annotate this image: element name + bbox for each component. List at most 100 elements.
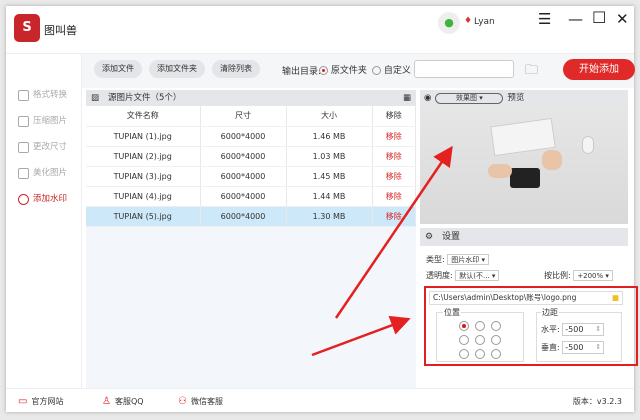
table-row[interactable]: TUPIAN (2).jpg6000*40001.03 MB移除 <box>86 146 416 166</box>
sidebar-item-beautify[interactable]: 美化图片 <box>6 160 81 186</box>
official-site-link[interactable]: ▭官方网站 <box>18 396 63 407</box>
settings-panel: ⚙设置 类型: 图片水印 ▾ 透明度: 默认(不... ▾ 按比例: +200%… <box>420 228 628 388</box>
scale-select[interactable]: +200% ▾ <box>573 270 613 281</box>
wechat-support-link[interactable]: ⚇ 微信客服 <box>178 396 223 407</box>
opacity-label: 透明度: <box>426 271 453 280</box>
settings-header: ⚙设置 <box>420 228 628 246</box>
remove-button[interactable]: 移除 <box>372 146 416 166</box>
remove-button[interactable]: 移除 <box>372 166 416 186</box>
radio-icon <box>372 66 381 75</box>
qq-support-link[interactable]: ♙客服QQ <box>102 396 144 407</box>
app-logo: S <box>14 14 40 42</box>
folder-open-icon[interactable]: 🗀 <box>525 61 538 83</box>
position-radio[interactable] <box>459 349 469 359</box>
watermark-path-input[interactable]: C:\Users\admin\Desktop\账号\logo.png■ <box>429 291 623 305</box>
toolbar: 添加文件 添加文件夹 清除列表 输出目录: 原文件夹 自定义 🗀 开始添加 <box>82 54 634 88</box>
compress-icon <box>18 116 29 127</box>
position-radio[interactable] <box>491 321 501 331</box>
preview-panel: ◉ 效果图 ▾ 预览 <box>420 90 628 224</box>
clear-list-button[interactable]: 清除列表 <box>212 60 260 78</box>
position-radio[interactable] <box>475 321 485 331</box>
image-icon: ▨ <box>91 90 99 106</box>
table-row[interactable]: TUPIAN (4).jpg6000*40001.44 MB移除 <box>86 186 416 206</box>
sidebar-label: 格式转换 <box>33 82 67 108</box>
preview-mode-select[interactable]: 效果图 ▾ <box>435 93 503 104</box>
wechat-icon: ⚇ <box>178 396 187 407</box>
add-folder-button[interactable]: 添加文件夹 <box>149 60 205 78</box>
file-size: 1.45 MB <box>286 166 372 186</box>
remove-button[interactable]: 移除 <box>372 126 416 146</box>
eye-icon[interactable]: ◉ <box>424 90 431 106</box>
sidebar-item-format[interactable]: 格式转换 <box>6 82 81 108</box>
footer-label: 微信客服 <box>191 396 223 407</box>
maximize-icon[interactable]: ☐ <box>592 8 606 27</box>
position-radio[interactable] <box>491 349 501 359</box>
sidebar-item-compress[interactable]: 压缩图片 <box>6 108 81 134</box>
menu-icon[interactable]: ☰ <box>538 10 551 28</box>
file-name: TUPIAN (1).jpg <box>86 126 200 146</box>
folder-icon[interactable]: ■ <box>612 292 619 304</box>
position-radio[interactable] <box>459 335 469 345</box>
app-window: S 图叫兽 ● ♦ Lyan ☰ — ☐ ✕ 格式转换 压缩图片 更改尺寸 美化… <box>6 6 634 412</box>
position-radio[interactable] <box>491 335 501 345</box>
file-dimensions: 6000*4000 <box>200 126 286 146</box>
sidebar-label: 更改尺寸 <box>33 134 67 160</box>
file-list-panel: ▨ 源图片文件（5个） ▦ 文件名称尺寸大小移除 TUPIAN (1).jpg6… <box>86 90 416 388</box>
table-row[interactable]: TUPIAN (3).jpg6000*40001.45 MB移除 <box>86 166 416 186</box>
table-row[interactable]: TUPIAN (5).jpg6000*40001.30 MB移除 <box>86 206 416 226</box>
type-select[interactable]: 图片水印 ▾ <box>447 254 489 265</box>
position-grid <box>459 321 501 359</box>
file-dimensions: 6000*4000 <box>200 146 286 166</box>
file-name: TUPIAN (3).jpg <box>86 166 200 186</box>
title-bar: S 图叫兽 ● ♦ Lyan ☰ — ☐ ✕ <box>6 6 634 54</box>
beautify-icon <box>18 168 29 179</box>
grid-view-icon[interactable]: ▦ <box>403 90 411 106</box>
opacity-select[interactable]: 默认(不... ▾ <box>455 270 499 281</box>
file-size: 1.46 MB <box>286 126 372 146</box>
remove-button[interactable]: 移除 <box>372 206 416 226</box>
position-radio[interactable] <box>459 321 469 331</box>
vertical-label: 垂直: <box>541 343 560 352</box>
sidebar-item-watermark[interactable]: 添加水印 <box>6 186 81 212</box>
position-group: 位置 <box>436 312 524 362</box>
file-size: 1.44 MB <box>286 186 372 206</box>
type-label: 类型: <box>426 255 445 264</box>
column-header: 大小 <box>286 106 372 126</box>
settings-title: 设置 <box>442 232 460 242</box>
footer: ▭官方网站 ♙客服QQ ⚇ 微信客服 版本：v3.2.3 <box>6 388 634 412</box>
wechat-icon[interactable]: ● <box>438 12 460 34</box>
preview-mode-value: 效果图 <box>456 94 477 102</box>
phone-shape <box>510 168 540 188</box>
app-title: 图叫兽 <box>44 22 77 38</box>
file-dimensions: 6000*4000 <box>200 206 286 226</box>
radio-custom[interactable]: 自定义 <box>372 63 411 76</box>
horizontal-margin-input[interactable]: -500 <box>562 323 604 336</box>
start-button[interactable]: 开始添加 <box>563 59 635 80</box>
footer-label: 官方网站 <box>31 396 63 407</box>
position-radio[interactable] <box>475 335 485 345</box>
close-icon[interactable]: ✕ <box>616 10 629 28</box>
file-name: TUPIAN (4).jpg <box>86 186 200 206</box>
vertical-margin-input[interactable]: -500 <box>562 341 604 354</box>
resize-icon <box>18 142 29 153</box>
preview-image <box>420 106 628 224</box>
output-label: 输出目录: <box>282 64 321 77</box>
radio-original[interactable]: 原文件夹 <box>319 63 367 76</box>
sidebar-label: 压缩图片 <box>33 108 67 134</box>
add-file-button[interactable]: 添加文件 <box>94 60 142 78</box>
column-header: 文件名称 <box>86 106 200 126</box>
sidebar-item-resize[interactable]: 更改尺寸 <box>6 134 81 160</box>
format-icon <box>18 90 29 101</box>
version-text: 版本：v3.2.3 <box>573 396 622 407</box>
minimize-icon[interactable]: — <box>568 10 583 28</box>
sidebar: 格式转换 压缩图片 更改尺寸 美化图片 添加水印 <box>6 54 82 388</box>
scale-value: +200% <box>577 272 603 280</box>
output-path-input[interactable] <box>414 60 514 78</box>
remove-button[interactable]: 移除 <box>372 186 416 206</box>
position-radio[interactable] <box>475 349 485 359</box>
username[interactable]: Lyan <box>474 17 495 27</box>
file-name: TUPIAN (2).jpg <box>86 146 200 166</box>
hand-shape <box>488 164 512 178</box>
table-row[interactable]: TUPIAN (1).jpg6000*40001.46 MB移除 <box>86 126 416 146</box>
file-size: 1.03 MB <box>286 146 372 166</box>
